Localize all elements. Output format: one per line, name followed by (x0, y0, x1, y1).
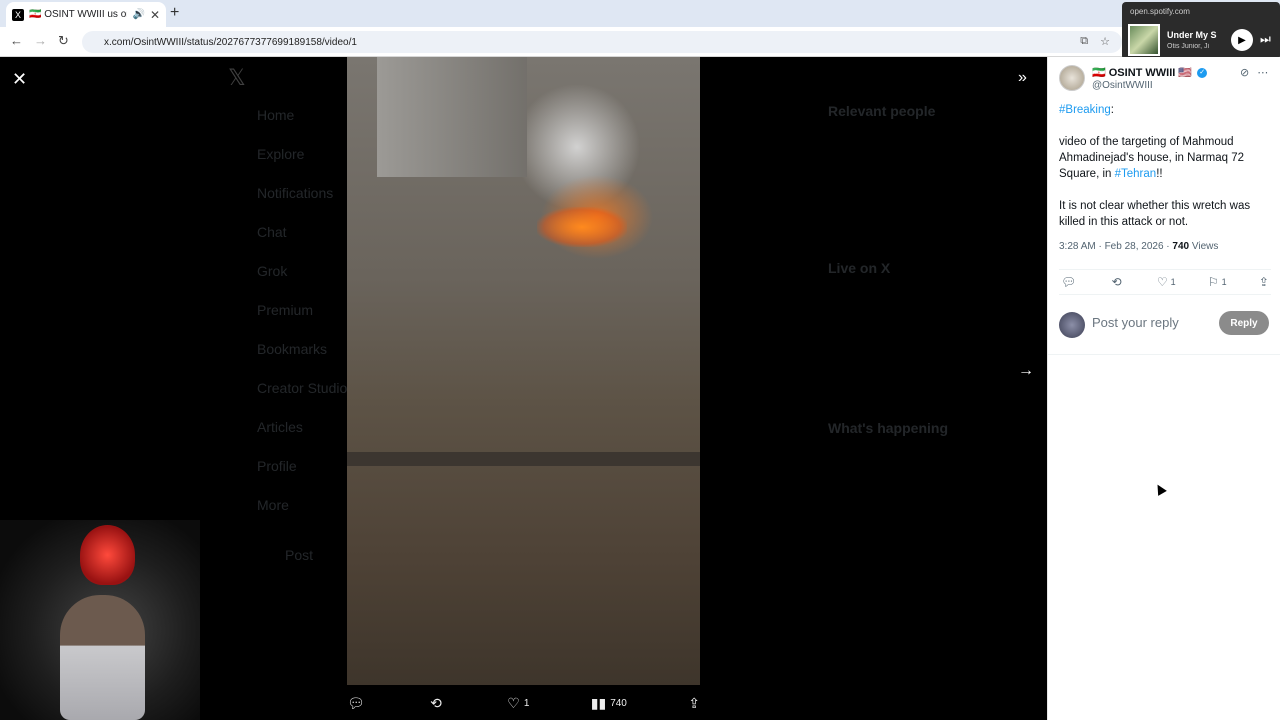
nav-grok[interactable]: Grok (257, 263, 287, 279)
share-icon: ⇪ (1258, 275, 1269, 289)
address-bar-icons: ⧉ ☆ (1080, 35, 1110, 48)
verified-badge-icon: ✓ (1197, 68, 1208, 79)
post-timestamp[interactable]: 3:28 AM · Feb 28, 2026 · (1059, 241, 1172, 252)
views-count: 740 (1172, 241, 1190, 252)
more-options-icon[interactable]: ⋯ (1257, 66, 1268, 79)
video-action-bar: 💬︎ ⟲ ♡ 1 ▮▮ 740 ⇪ (347, 689, 700, 717)
browser-tab[interactable]: X 🇮🇷 OSINT WWIII us on X: "# 🔊 ✕ (6, 2, 166, 27)
like-stat-count: 1 (1170, 277, 1176, 287)
hashtag-tehran[interactable]: #Tehran (1115, 168, 1157, 180)
views-label: Views (1189, 241, 1219, 252)
nav-post-button[interactable]: Post (285, 547, 313, 563)
bookmark-stat-count: 1 (1221, 277, 1227, 287)
forward-icon[interactable]: → (34, 33, 47, 48)
play-icon[interactable]: ▶ (1231, 29, 1253, 51)
user-avatar (1059, 312, 1085, 338)
like-stat[interactable]: ♡ 1 (1157, 275, 1176, 289)
share-icon: ⇪ (688, 694, 700, 711)
install-app-icon[interactable]: ⧉ (1080, 35, 1088, 48)
reply-stat[interactable]: 💬︎ (1061, 275, 1079, 289)
nav-chat[interactable]: Chat (257, 224, 287, 240)
nav-explore[interactable]: Explore (257, 146, 304, 162)
nav-notifications[interactable]: Notifications (257, 185, 333, 201)
video-frame-road (347, 452, 700, 466)
video-player[interactable] (347, 57, 700, 685)
repost-icon: ⟲ (1111, 275, 1122, 289)
album-art (1128, 24, 1160, 56)
bookmark-star-icon[interactable]: ☆ (1100, 35, 1110, 48)
close-icon[interactable]: ✕ (12, 69, 27, 90)
reply-action[interactable]: 💬︎ (347, 695, 369, 712)
repost-stat[interactable]: ⟲ (1112, 275, 1125, 289)
share-stat[interactable]: ⇪ (1259, 275, 1269, 289)
nav-home[interactable]: Home (257, 107, 294, 123)
address-bar-row: ← → ↻ x.com/OsintWWIII/status/2027677377… (0, 27, 1280, 57)
url-bar[interactable]: x.com/OsintWWIII/status/2027677377699189… (82, 31, 1122, 53)
heart-icon: ♡ (507, 694, 520, 711)
video-frame-fire (537, 207, 627, 247)
x-logo-icon: X (12, 8, 24, 21)
tab-title: 🇮🇷 OSINT WWIII us on X: "# (29, 9, 127, 20)
bookmark-icon: ⚐ (1207, 275, 1219, 289)
relevant-people-heading: Relevant people (828, 103, 936, 119)
reply-button[interactable]: Reply (1219, 311, 1269, 335)
post-line3: It is not clear whether this wretch was … (1059, 200, 1251, 228)
song-artist: Otis Junior, Ji (1167, 43, 1210, 50)
like-count: 1 (523, 697, 530, 709)
grok-icon[interactable]: ⊘ (1240, 66, 1249, 79)
repost-icon: ⟲ (430, 694, 442, 711)
live-on-x-heading: Live on X (828, 260, 891, 276)
song-title: Under My S (1167, 30, 1217, 40)
speaker-icon[interactable]: 🔊 (132, 9, 144, 20)
new-tab-icon[interactable]: + (170, 4, 179, 22)
collapse-sidebar-icon[interactable]: » (1018, 69, 1027, 87)
nav-profile[interactable]: Profile (257, 458, 297, 474)
nav-more[interactable]: More (257, 497, 289, 513)
nav-premium[interactable]: Premium (257, 302, 313, 318)
view-count: 740 (610, 697, 627, 709)
nav-creator-studio[interactable]: Creator Studio (257, 380, 347, 396)
author-avatar[interactable] (1059, 65, 1085, 91)
back-icon[interactable]: ← (10, 33, 23, 48)
reply-composer: Post your reply Reply (1048, 305, 1280, 355)
url-text: x.com/OsintWWIII/status/2027677377699189… (104, 36, 357, 48)
close-tab-icon[interactable]: ✕ (150, 8, 160, 22)
share-action[interactable]: ⇪ (688, 695, 700, 712)
views-chart-icon: ▮▮ (590, 694, 607, 711)
media-source: open.spotify.com (1130, 7, 1190, 16)
views-action[interactable]: ▮▮ 740 (591, 695, 627, 712)
webcam-person (60, 595, 145, 720)
post-line2-suffix: !! (1156, 168, 1163, 180)
breaking-suffix: : (1110, 104, 1114, 116)
reload-icon[interactable]: ↻ (58, 33, 69, 49)
post-detail-panel: 🇮🇷 OSINT WWIII 🇺🇸 ✓ @OsintWWIII ⊘ ⋯ #Bre… (1047, 57, 1280, 720)
post-text: #Breaking: video of the targeting of Mah… (1059, 102, 1271, 246)
reply-icon: 💬︎ (347, 694, 365, 711)
next-track-icon[interactable]: ⏭ (1260, 32, 1271, 47)
next-media-icon[interactable]: → (1018, 362, 1034, 380)
webcam-lamp (80, 525, 135, 585)
like-action[interactable]: ♡ 1 (507, 695, 529, 712)
reply-input[interactable]: Post your reply (1092, 315, 1179, 330)
reply-icon: 💬︎ (1061, 275, 1077, 289)
nav-articles[interactable]: Articles (257, 419, 303, 435)
author-name[interactable]: 🇮🇷 OSINT WWIII 🇺🇸 ✓ (1092, 66, 1208, 79)
hashtag-breaking[interactable]: #Breaking (1059, 104, 1111, 116)
post-meta: 3:28 AM · Feb 28, 2026 · 740 Views (1059, 241, 1218, 252)
author-handle[interactable]: @OsintWWIII (1092, 80, 1153, 91)
repost-action[interactable]: ⟲ (430, 695, 446, 712)
post-top-icons: ⊘ ⋯ (1240, 66, 1268, 79)
author-name-text: 🇮🇷 OSINT WWIII 🇺🇸 (1092, 67, 1193, 79)
nav-bookmarks[interactable]: Bookmarks (257, 341, 327, 357)
spotify-media-popup: open.spotify.com Under My S Otis Junior,… (1122, 2, 1280, 60)
x-logo-icon: 𝕏 (228, 65, 246, 90)
video-frame-building (377, 57, 527, 177)
webcam-overlay (0, 520, 200, 720)
bookmark-stat[interactable]: ⚐ 1 (1208, 275, 1227, 289)
heart-icon: ♡ (1156, 275, 1168, 289)
whats-happening-heading: What's happening (828, 420, 948, 436)
post-stats-bar: 💬︎ ⟲ ♡ 1 ⚐ 1 ⇪ (1059, 269, 1271, 295)
browser-tab-strip: X 🇮🇷 OSINT WWIII us on X: "# 🔊 ✕ + (0, 0, 1280, 27)
